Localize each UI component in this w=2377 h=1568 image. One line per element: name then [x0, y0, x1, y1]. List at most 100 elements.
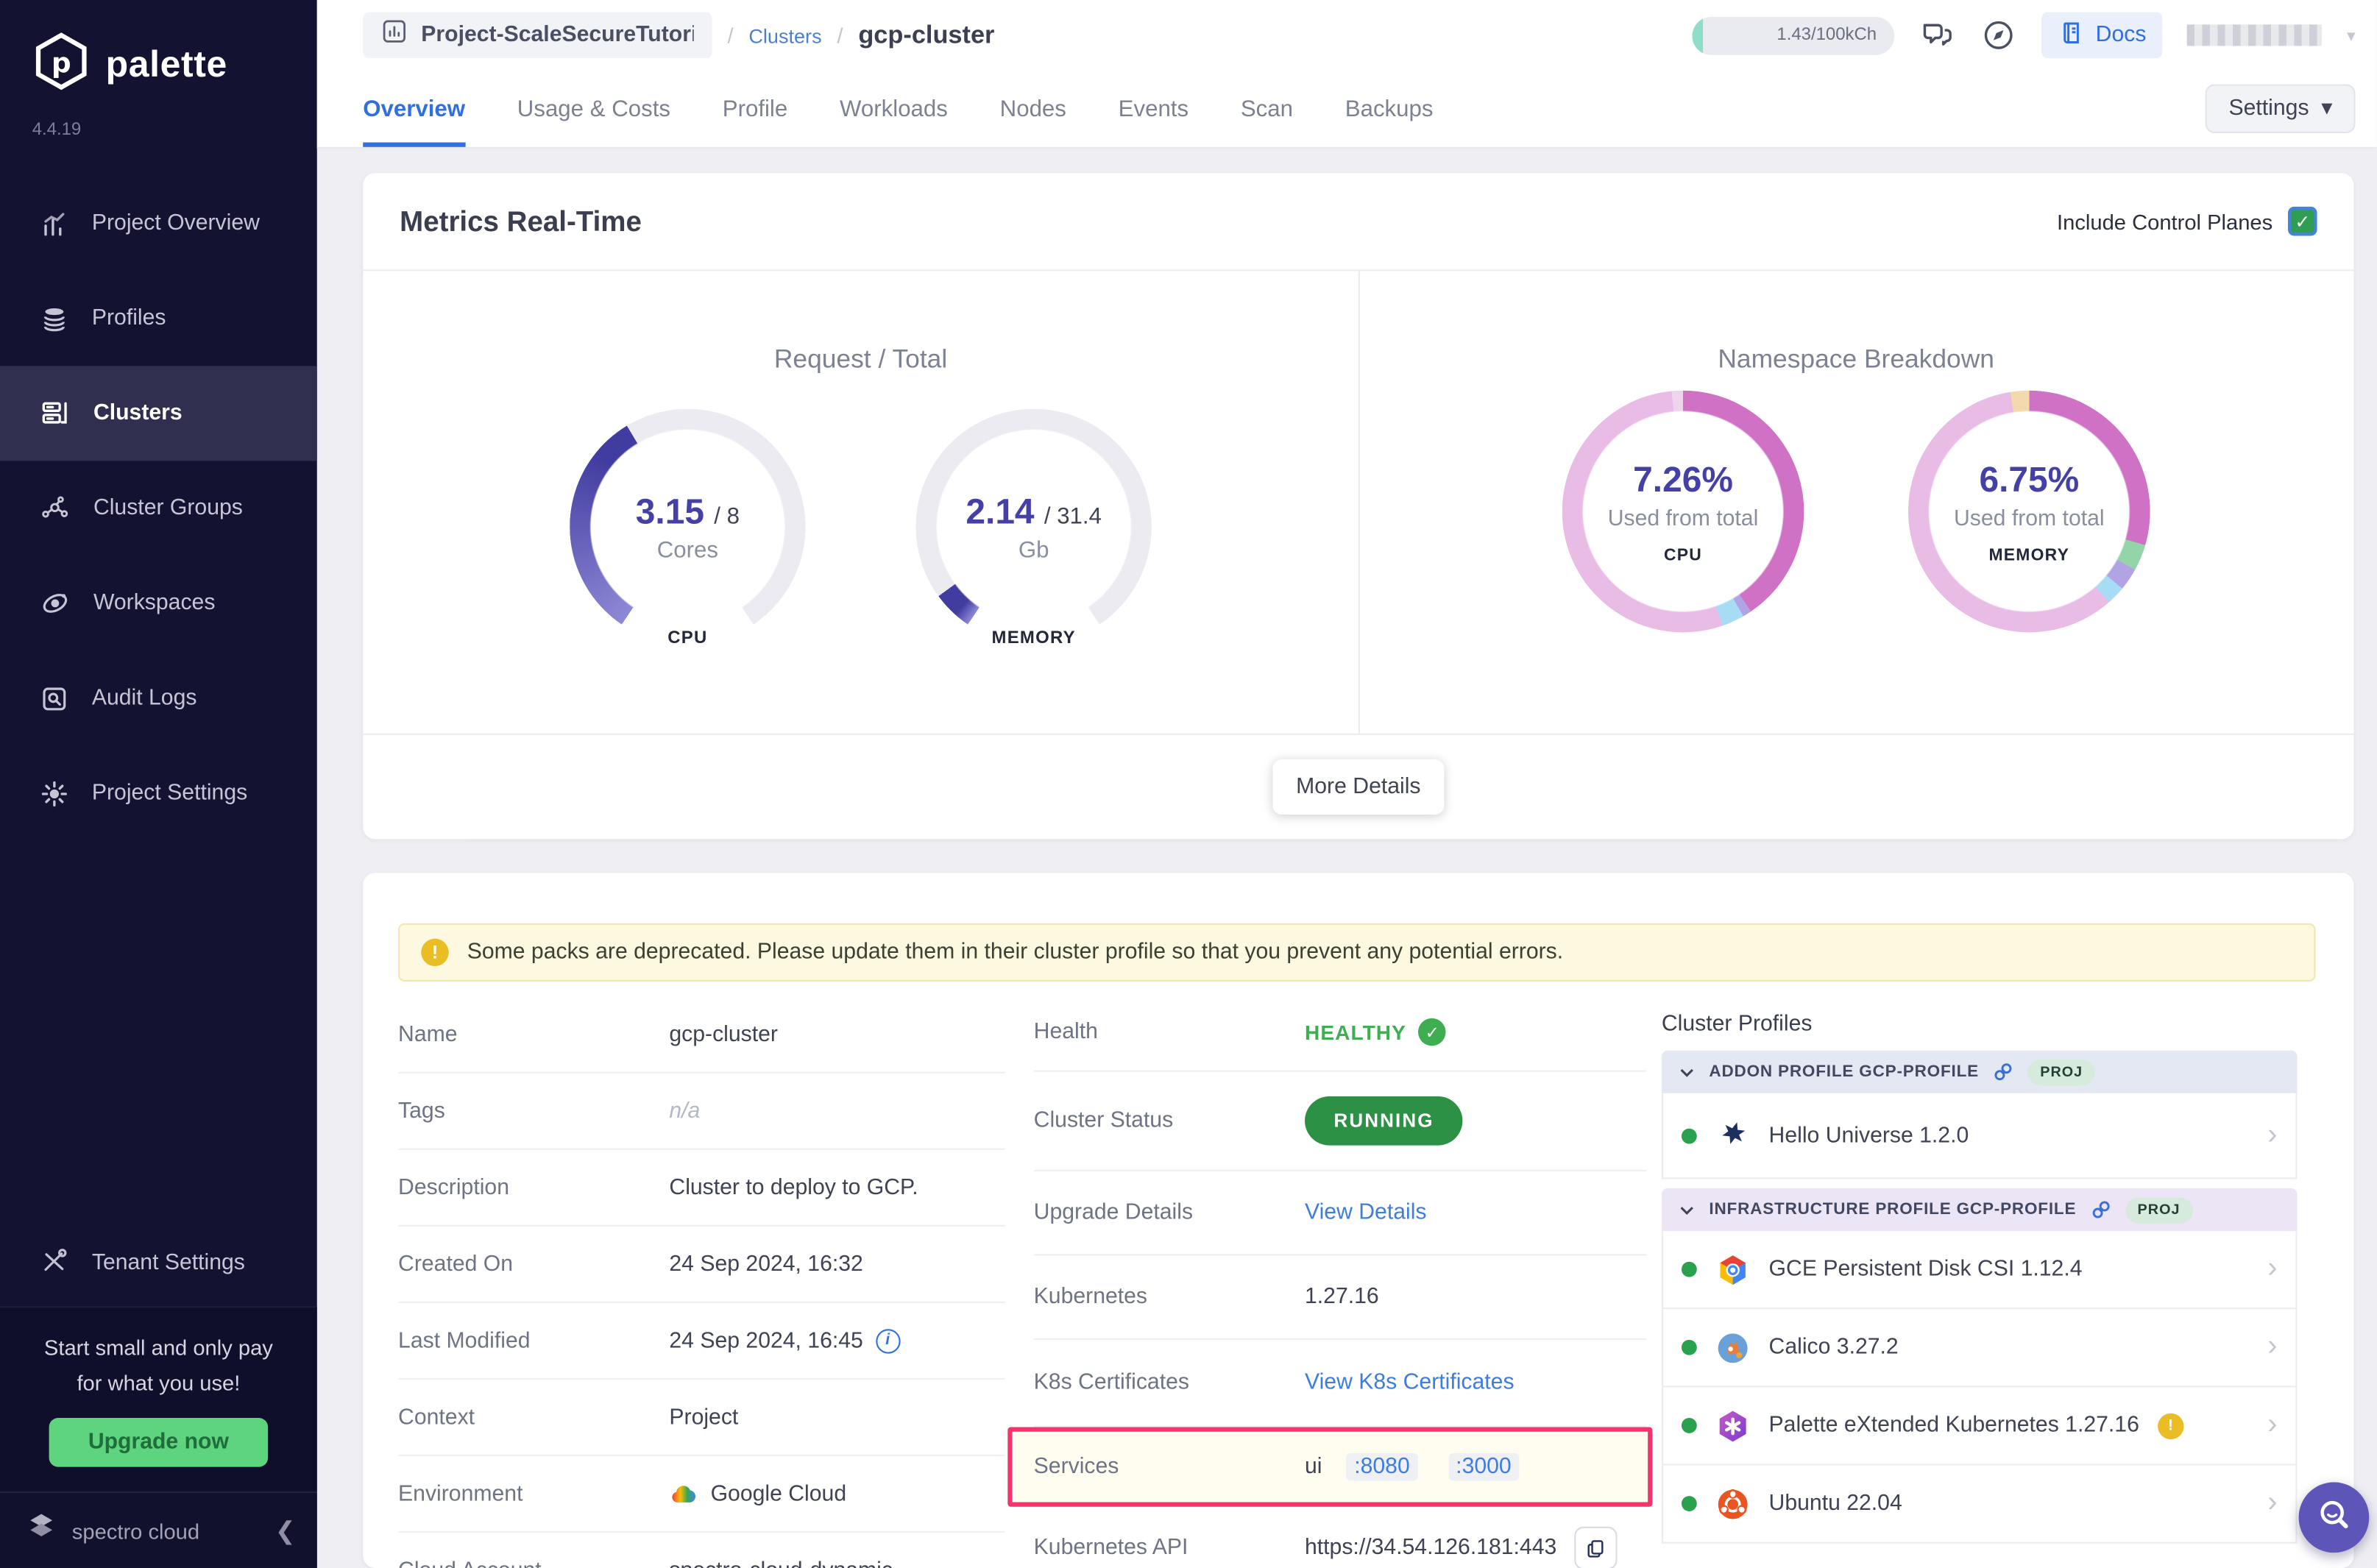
status-dot — [1682, 1340, 1697, 1355]
docs-button[interactable]: Docs — [2042, 13, 2163, 58]
metrics-title: Metrics Real-Time — [400, 205, 642, 238]
health-status: HEALTHY — [1305, 1021, 1406, 1043]
gauge-value: 3.15 / 8 — [636, 491, 740, 532]
details-left-column: Namegcp-clusterTagsn/aDescriptionCluster… — [398, 997, 1005, 1568]
detail-row-cloud-account: Cloud Accountspectro-cloud-dynamic — [398, 1533, 1005, 1568]
warning-icon: ! — [421, 939, 448, 966]
sidebar-item-audit-logs[interactable]: Audit Logs — [0, 650, 317, 745]
gauge-memory: 2.14 / 31.4GbMEMORY — [915, 409, 1151, 645]
breadcrumb-current: gcp-cluster — [858, 21, 994, 50]
profile-pack-row[interactable]: Palette eXtended Kubernetes 1.27.16!› — [1662, 1387, 2298, 1465]
spectro-cloud-logo-icon — [24, 1510, 58, 1551]
gauge-cpu: 3.15 / 8CoresCPU — [570, 409, 805, 645]
main-area: Project-ScaleSecureTutorial / Clusters /… — [317, 0, 2377, 1568]
book-icon — [2059, 19, 2085, 52]
profile-group-title: ADDON PROFILE GCP-PROFILE — [1709, 1063, 1979, 1081]
sidebar-item-tenant-settings[interactable]: Tenant Settings — [0, 1221, 317, 1307]
detail-row-k8s-certificates: K8s CertificatesView K8s Certificates — [1034, 1340, 1646, 1427]
orbit-icon — [40, 588, 71, 619]
sidebar-item-label: Tenant Settings — [92, 1252, 245, 1276]
promo-line2: for what you use! — [13, 1365, 305, 1400]
detail-label: Created On — [398, 1252, 669, 1276]
nodes-icon — [40, 493, 71, 524]
help-search-fab[interactable] — [2299, 1482, 2370, 1553]
project-selector[interactable]: Project-ScaleSecureTutorial — [363, 13, 712, 58]
check-circle-icon: ✓ — [1419, 1018, 1446, 1046]
sidebar-item-label: Project Settings — [92, 781, 247, 805]
donut-caption: Used from total — [1954, 506, 2105, 531]
detail-row-kubernetes: Kubernetes1.27.16 — [1034, 1255, 1646, 1339]
servers-icon — [40, 398, 71, 429]
profile-group-header[interactable]: INFRASTRUCTURE PROFILE GCP-PROFILEPROJ — [1662, 1188, 2298, 1231]
copy-button[interactable] — [1575, 1527, 1618, 1568]
more-details-button[interactable]: More Details — [1273, 759, 1444, 815]
cluster-info-card: ! Some packs are deprecated. Please upda… — [363, 873, 2353, 1568]
tab-events[interactable]: Events — [1119, 71, 1188, 147]
detail-value: HEALTHY ✓ — [1305, 1018, 1446, 1046]
chevron-down-icon: ▾ — [2321, 96, 2332, 121]
sidebar-item-label: Project Overview — [92, 211, 260, 235]
app-name: palette — [106, 43, 227, 86]
detail-label: Health — [1034, 1020, 1305, 1044]
donut-percent: 7.26% — [1633, 458, 1733, 500]
sidebar-item-workspaces[interactable]: Workspaces — [0, 556, 317, 650]
tab-nodes[interactable]: Nodes — [1000, 71, 1066, 147]
user-menu-caret-icon[interactable]: ▾ — [2347, 25, 2356, 45]
tab-overview[interactable]: Overview — [363, 71, 465, 147]
gauge-label: MEMORY — [915, 629, 1151, 648]
detail-link[interactable]: View K8s Certificates — [1305, 1370, 1515, 1394]
chevron-down-icon — [1679, 1063, 1696, 1080]
scope-badge: PROJ — [2028, 1059, 2095, 1085]
detail-label: Cluster Status — [1034, 1109, 1305, 1133]
settings-button[interactable]: Settings▾ — [2206, 84, 2355, 133]
service-port-link[interactable]: :3000 — [1448, 1453, 1519, 1480]
svg-text:p: p — [52, 46, 71, 79]
pack-name: GCE Persistent Disk CSI 1.12.4 — [1769, 1257, 2083, 1282]
project-icon — [381, 18, 407, 52]
sidebar-item-clusters[interactable]: Clusters — [0, 366, 317, 461]
tab-profile[interactable]: Profile — [723, 71, 788, 147]
tab-workloads[interactable]: Workloads — [840, 71, 948, 147]
cluster-tabs: Overview Usage & Costs Profile Workloads Nod… — [317, 71, 2377, 149]
sidebar-item-project-overview[interactable]: Project Overview — [0, 176, 317, 271]
detail-label: Kubernetes — [1034, 1285, 1305, 1309]
chat-icon[interactable] — [1919, 17, 1956, 54]
usage-meter: 1.43/100kCh — [1693, 16, 1895, 54]
sidebar-collapse-icon[interactable]: ❮ — [275, 1515, 296, 1546]
profile-pack-row[interactable]: Ubuntu 22.04› — [1662, 1466, 2298, 1544]
breadcrumb-clusters-link[interactable]: Clusters — [748, 24, 821, 46]
service-port-link[interactable]: :8080 — [1347, 1453, 1417, 1480]
include-control-planes-label: Include Control Planes — [2057, 209, 2273, 233]
tab-usage-costs[interactable]: Usage & Costs — [517, 71, 670, 147]
sidebar-item-profiles[interactable]: Profiles — [0, 271, 317, 366]
sidebar-item-project-settings[interactable]: Project Settings — [0, 745, 317, 840]
detail-row-tags: Tagsn/a — [398, 1074, 1005, 1150]
profile-pack-row[interactable]: Calico 3.27.2› — [1662, 1309, 2298, 1387]
detail-link[interactable]: View Details — [1305, 1201, 1427, 1225]
sidebar-item-cluster-groups[interactable]: Cluster Groups — [0, 461, 317, 556]
detail-value: 24 Sep 2024, 16:32 — [669, 1252, 862, 1276]
detail-label: Cloud Account — [398, 1558, 669, 1568]
detail-row-environment: EnvironmentGoogle Cloud — [398, 1456, 1005, 1533]
profile-pack-row[interactable]: GCE Persistent Disk CSI 1.12.4› — [1662, 1231, 2298, 1309]
compass-icon[interactable] — [1981, 17, 2018, 54]
tab-scan[interactable]: Scan — [1241, 71, 1293, 147]
detail-value: View K8s Certificates — [1305, 1370, 1515, 1394]
alert-text: Some packs are deprecated. Please update… — [467, 940, 1563, 965]
tab-backups[interactable]: Backups — [1345, 71, 1434, 147]
audit-icon — [40, 684, 69, 713]
status-dot — [1682, 1128, 1697, 1143]
detail-value: Google Cloud — [669, 1481, 846, 1505]
include-control-planes-checkbox[interactable]: ✓ — [2288, 207, 2317, 236]
user-name-redacted[interactable] — [2188, 24, 2323, 46]
link-icon — [1993, 1061, 2014, 1082]
profile-pack-row[interactable]: Hello Universe 1.2.0› — [1662, 1093, 2298, 1179]
profile-group-header[interactable]: ADDON PROFILE GCP-PROFILE PROJ — [1662, 1051, 2298, 1093]
cluster-status-badge: RUNNING — [1305, 1096, 1463, 1146]
detail-label: Last Modified — [398, 1328, 669, 1352]
detail-row-services: Servicesui:8080:3000 — [1007, 1427, 1652, 1506]
detail-label: Environment — [398, 1481, 669, 1505]
info-icon[interactable]: i — [875, 1328, 899, 1352]
detail-label: Name — [398, 1022, 669, 1046]
upgrade-now-button[interactable]: Upgrade now — [49, 1418, 269, 1467]
